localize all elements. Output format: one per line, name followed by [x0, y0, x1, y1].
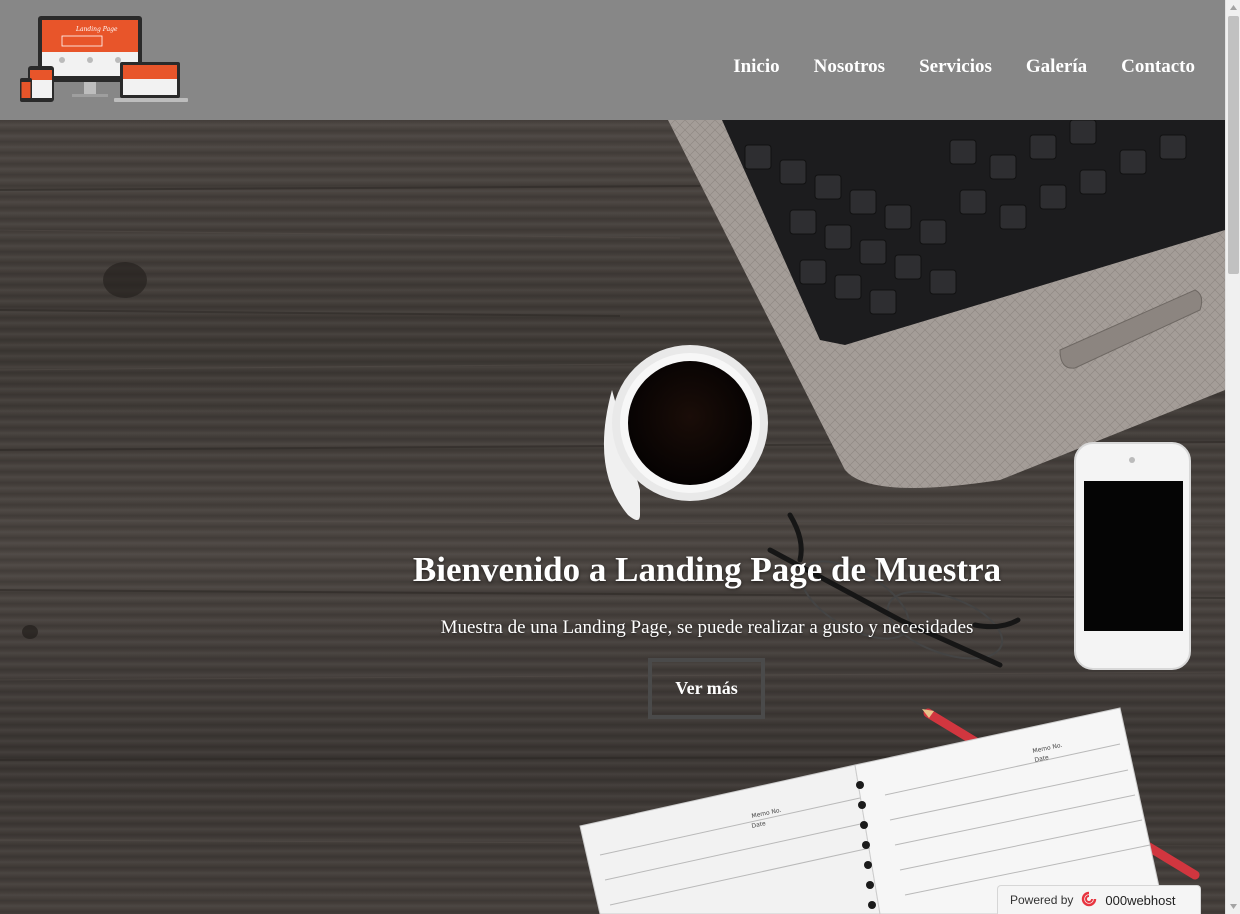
page: Landing Page Inicio Nosotros Servicios G… — [0, 0, 1225, 914]
scroll-down-arrow-icon[interactable] — [1226, 899, 1240, 914]
webhost-logo-icon — [1079, 891, 1099, 910]
hero-title: Bienvenido a Landing Page de Muestra — [412, 550, 1002, 589]
scrollbar-thumb[interactable] — [1228, 16, 1239, 274]
webhost-brand-text: 000webhost — [1105, 892, 1176, 908]
nav-item-nosotros[interactable]: Nosotros — [814, 56, 885, 78]
main-nav: Inicio Nosotros Servicios Galería Contac… — [733, 56, 1195, 78]
coffee-cup-illustration — [603, 345, 768, 520]
hero-section: Memo No. Date Memo No. Date Bienvenido a… — [0, 120, 1225, 914]
scroll-up-arrow-icon[interactable] — [1226, 0, 1240, 15]
site-header: Landing Page Inicio Nosotros Servicios G… — [0, 0, 1225, 120]
ver-mas-button[interactable]: Ver más — [648, 658, 765, 719]
glasses-illustration — [767, 512, 1021, 668]
hero-subtitle: Muestra de una Landing Page, se puede re… — [440, 617, 974, 638]
site-logo[interactable]: Landing Page — [18, 14, 190, 108]
nav-item-galeria[interactable]: Galería — [1026, 56, 1087, 78]
powered-by-text: Powered by — [1010, 893, 1074, 907]
nav-item-servicios[interactable]: Servicios — [919, 56, 992, 78]
notebook-illustration: Memo No. Date Memo No. Date — [579, 707, 1166, 914]
vertical-scrollbar[interactable] — [1225, 0, 1240, 914]
nav-item-contacto[interactable]: Contacto — [1121, 56, 1195, 78]
powered-by-badge[interactable]: Powered by 000webhost — [997, 885, 1201, 914]
nav-item-inicio[interactable]: Inicio — [733, 56, 779, 78]
hero-background-image: Memo No. Date Memo No. Date — [0, 120, 1225, 914]
logo-text: Landing Page — [75, 26, 118, 33]
